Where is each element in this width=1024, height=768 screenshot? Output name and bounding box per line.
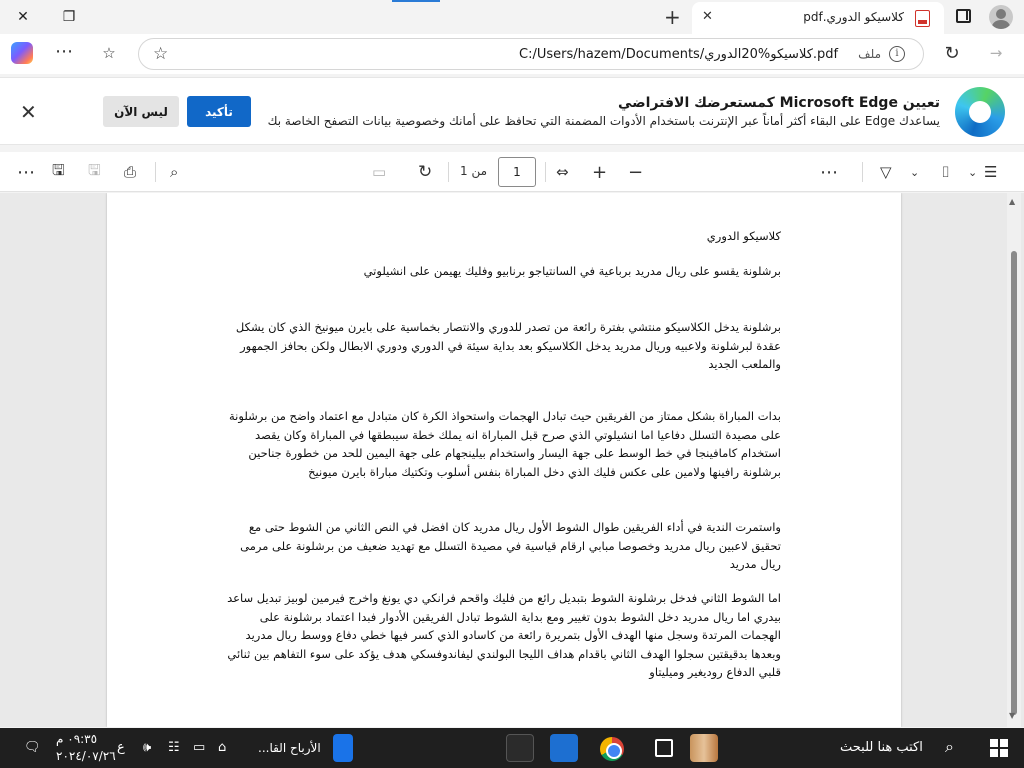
task-view-icon[interactable] bbox=[655, 739, 673, 757]
rotate-icon[interactable]: ↻ bbox=[418, 161, 432, 183]
news-widget-icon[interactable] bbox=[690, 734, 718, 762]
search-icon[interactable]: ⌕ bbox=[945, 737, 954, 757]
pdf-toolbar: ⋯ 🖫 🖫 ⎙ ⌕ ▭ ↻ من 1 1 ⇔ + − ⋯ ▽ ⌄ ⌷ ⌄ ☰ bbox=[0, 152, 1024, 192]
banner-close-icon[interactable]: ✕ bbox=[20, 100, 37, 124]
vertical-scrollbar[interactable]: ▲ ▼ bbox=[1007, 193, 1021, 727]
edge-window: ✕ ❐ + ✕ كلاسيكو الدوري.pdf ⋯ ☆ ☆ C:/User… bbox=[0, 0, 1024, 768]
tab-pdf[interactable]: ✕ كلاسيكو الدوري.pdf bbox=[692, 2, 944, 34]
confirm-button[interactable]: تأكيد bbox=[187, 96, 251, 127]
banner-title: تعيين Microsoft Edge كمستعرضك الافتراضي bbox=[617, 95, 940, 111]
doc-paragraph: بدات المباراة بشكل ممتاز من الفريقين حيث… bbox=[229, 409, 781, 479]
window-accent bbox=[392, 0, 440, 2]
app-icon[interactable] bbox=[506, 734, 534, 762]
refresh-icon[interactable]: ↻ bbox=[941, 42, 963, 64]
chrome-icon[interactable] bbox=[600, 737, 624, 761]
network-icon[interactable]: ⌂ bbox=[218, 740, 226, 755]
info-icon[interactable]: i bbox=[889, 46, 905, 62]
save-icon[interactable]: 🖫 bbox=[88, 161, 101, 183]
contents-icon[interactable]: ☰ bbox=[984, 161, 997, 183]
notification-icon[interactable]: 🗨 bbox=[24, 740, 41, 755]
toolbar-divider bbox=[448, 162, 449, 182]
photos-icon[interactable] bbox=[550, 734, 578, 762]
more-icon[interactable]: ⋯ bbox=[53, 40, 75, 62]
print-icon[interactable]: ⎙ bbox=[124, 161, 136, 183]
pdf-viewer[interactable]: كلاسيكو الدوري برشلونة يقسو على ريال مدر… bbox=[0, 193, 1024, 727]
language-icon[interactable]: ع bbox=[117, 740, 125, 755]
edge-taskbar-icon[interactable] bbox=[333, 734, 353, 762]
page-view-icon[interactable]: ▭ bbox=[372, 161, 386, 183]
tab-close-icon[interactable]: ✕ bbox=[702, 9, 713, 24]
doc-title: كلاسيكو الدوري bbox=[706, 229, 781, 243]
title-bar: ✕ ❐ + ✕ كلاسيكو الدوري.pdf bbox=[0, 0, 1024, 34]
doc-paragraph: واستمرت الندية في أداء الفريقين طوال الش… bbox=[240, 520, 781, 571]
highlight-icon[interactable]: ⌷ bbox=[941, 161, 950, 183]
chevron-down-icon[interactable]: ⌄ bbox=[910, 161, 919, 183]
scroll-down-icon[interactable]: ▼ bbox=[1009, 711, 1015, 720]
scroll-up-icon[interactable]: ▲ bbox=[1009, 197, 1015, 206]
clock-date[interactable]: ٢٠٢٤/٠٧/٢٦ bbox=[56, 749, 116, 763]
zoom-in-icon[interactable]: + bbox=[592, 161, 607, 183]
pdf-page: كلاسيكو الدوري برشلونة يقسو على ريال مدر… bbox=[107, 193, 901, 727]
zoom-out-icon[interactable]: − bbox=[628, 161, 643, 183]
copilot-icon[interactable] bbox=[11, 42, 33, 64]
address-bar[interactable]: ☆ C:/Users/hazem/Documents/كلاسيكو%20الد… bbox=[138, 38, 924, 70]
clock-time[interactable]: ٠٩:٣٥ م bbox=[56, 732, 97, 746]
address-url: C:/Users/hazem/Documents/كلاسيكو%20الدور… bbox=[519, 47, 839, 62]
volume-icon[interactable]: 🕪 bbox=[143, 740, 151, 755]
taskbar-search[interactable]: اكتب هنا للبحث bbox=[840, 740, 923, 755]
doc-paragraph: اما الشوط الثاني فدخل برشلونة الشوط بتبد… bbox=[227, 591, 781, 679]
battery-icon[interactable]: ▭ bbox=[193, 740, 205, 755]
default-browser-banner: ✕ ليس الآن تأكيد تعيين Microsoft Edge كم… bbox=[0, 77, 1024, 145]
toolbar-divider bbox=[545, 162, 546, 182]
doc-paragraph: برشلونة يقسو على ريال مدريد برباعية في ا… bbox=[363, 264, 781, 278]
edge-logo-icon bbox=[955, 87, 1005, 137]
star-icon[interactable]: ☆ bbox=[153, 44, 168, 64]
restore-icon[interactable]: ❐ bbox=[46, 0, 92, 34]
page-number-input[interactable]: 1 bbox=[498, 157, 536, 187]
more-icon[interactable]: ⋯ bbox=[17, 161, 35, 183]
draw-icon[interactable]: ▽ bbox=[880, 161, 892, 183]
tab-title: كلاسيكو الدوري.pdf bbox=[803, 10, 904, 24]
file-label: ملف bbox=[858, 47, 881, 61]
forward-icon[interactable]: → bbox=[985, 42, 1007, 64]
find-icon[interactable]: ⌕ bbox=[170, 161, 178, 183]
favorites-icon[interactable]: ☆ bbox=[98, 42, 120, 64]
tab-actions-icon[interactable] bbox=[956, 9, 971, 23]
toolbar-divider bbox=[862, 162, 863, 182]
navigation-bar: ⋯ ☆ ☆ C:/Users/hazem/Documents/كلاسيكو%2… bbox=[0, 34, 1024, 74]
close-icon[interactable]: ✕ bbox=[0, 0, 46, 34]
toolbar-divider bbox=[155, 162, 156, 182]
chevron-down-icon[interactable]: ⌄ bbox=[968, 161, 977, 183]
save-as-icon[interactable]: 🖫 bbox=[52, 161, 65, 183]
taskbar: ⌕ اكتب هنا للبحث الأرباح القا... ⌂ ▭ ☷ 🕪… bbox=[0, 728, 1024, 768]
scrollbar-thumb[interactable] bbox=[1011, 251, 1017, 715]
new-tab-icon[interactable]: + bbox=[664, 5, 681, 29]
doc-paragraph: برشلونة يدخل الكلاسيكو منتشي بفترة رائعة… bbox=[235, 320, 781, 371]
wifi-icon[interactable]: ☷ bbox=[168, 740, 180, 755]
page-count: من 1 bbox=[460, 164, 488, 178]
more-icon[interactable]: ⋯ bbox=[820, 161, 838, 183]
fit-width-icon[interactable]: ⇔ bbox=[556, 161, 569, 183]
not-now-button[interactable]: ليس الآن bbox=[103, 96, 179, 127]
active-app-label[interactable]: الأرباح القا... bbox=[258, 741, 321, 755]
pdf-file-icon bbox=[915, 10, 930, 27]
windows-start-icon[interactable] bbox=[990, 739, 1008, 757]
profile-icon[interactable] bbox=[989, 5, 1013, 29]
banner-subtitle: يساعدك Edge على البقاء أكثر أماناً عبر ا… bbox=[267, 114, 940, 128]
